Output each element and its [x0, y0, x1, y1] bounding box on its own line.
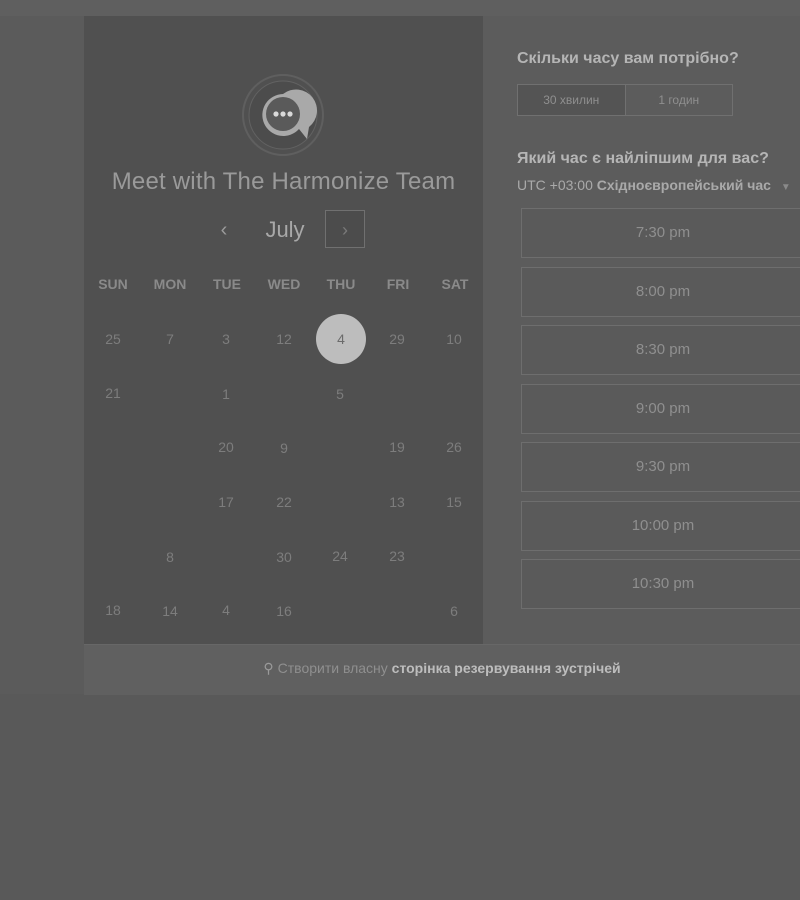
calendar-day[interactable]: 17 [201, 477, 251, 527]
timezone-offset: UTC +03:00 [517, 177, 593, 193]
chat-logo-icon [242, 74, 324, 156]
time-slot-button[interactable]: 9:30 pm [521, 442, 800, 492]
calendar-day[interactable]: 5 [315, 369, 365, 419]
calendar-day[interactable]: 10 [429, 314, 479, 364]
left-backdrop [0, 16, 84, 694]
prev-month-button[interactable]: ‹ [212, 216, 236, 244]
weekday-tue: TUE [213, 276, 241, 292]
calendar-day[interactable]: 16 [259, 586, 309, 636]
calendar-day[interactable]: 1 [201, 369, 251, 419]
month-navigator: ‹ July › [200, 210, 370, 250]
calendar-day[interactable]: 9 [259, 423, 309, 473]
calendar-day[interactable]: 25 [88, 314, 138, 364]
timezone-selector[interactable]: UTC +03:00 Східноєвропейський час ▼ [517, 177, 791, 193]
calendar-day[interactable]: 8 [145, 532, 195, 582]
time-question: Який час є найліпшим для вас? [517, 150, 769, 167]
calendar-day[interactable]: 22 [259, 477, 309, 527]
duration-30-min-button[interactable]: 30 хвилин [518, 85, 626, 115]
footer-bar: ⚲ Створити власну сторінка резервування з… [84, 644, 800, 695]
footer-link[interactable]: сторінка резервування зустрічей [392, 660, 621, 676]
calendar-day[interactable]: 4 [201, 585, 251, 635]
footer-prefix: Створити власну [277, 660, 388, 676]
calendar-day[interactable]: 6 [429, 586, 479, 636]
duration-1-hour-button[interactable]: 1 годин [626, 85, 733, 115]
page-title: Meet with The Harmonize Team [111, 168, 456, 195]
weekday-sat: SAT [441, 276, 469, 292]
weekday-thu: THU [326, 276, 356, 292]
weekday-sun: SUN [98, 276, 128, 292]
calendar-day[interactable]: 13 [372, 477, 422, 527]
time-slot-button[interactable]: 7:30 pm [521, 208, 800, 258]
calendar-day[interactable]: 3 [201, 314, 251, 364]
weekday-mon: MON [153, 276, 187, 292]
time-slot-button[interactable]: 8:30 pm [521, 325, 800, 375]
calendar-day[interactable]: 30 [259, 532, 309, 582]
calendar-day[interactable]: 7 [145, 314, 195, 364]
next-month-button[interactable]: › [325, 210, 365, 248]
caret-down-icon: ▼ [780, 182, 791, 193]
selected-calendar-day[interactable]: 4 [316, 314, 366, 364]
duration-toggle: 30 хвилин 1 годин [517, 84, 733, 116]
timezone-name: Східноєвропейський час [596, 177, 771, 193]
time-slot-button[interactable]: 9:00 pm [521, 383, 800, 434]
calendar-day[interactable]: 20 [201, 422, 251, 472]
calendar-day[interactable]: 15 [429, 477, 479, 527]
time-slot-button[interactable]: 10:30 pm [521, 559, 800, 609]
calendar-day[interactable]: 18 [88, 585, 138, 635]
hubspot-sprocket-icon: ⚲ [263, 660, 274, 676]
footer-text: ⚲ Створити власну сторінка резервування з… [84, 645, 800, 691]
calendar-day[interactable]: 12 [259, 314, 309, 364]
calendar-day[interactable]: 26 [429, 422, 479, 472]
time-slot-list: 7:30 pm 8:00 pm 8:30 pm 9:00 pm 9:30 pm … [521, 208, 800, 618]
month-label: July [265, 217, 305, 242]
calendar-day[interactable]: 24 [315, 531, 365, 581]
duration-question: Скільки часу вам потрібно? [517, 50, 739, 67]
top-band [0, 0, 800, 16]
calendar-day[interactable]: 29 [372, 314, 422, 364]
weekday-wed: WED [267, 276, 301, 292]
time-slot-button[interactable]: 10:00 pm [521, 500, 800, 551]
calendar-day[interactable]: 21 [88, 368, 138, 418]
calendar-day[interactable]: 14 [145, 586, 195, 636]
weekday-fri: FRI [386, 276, 410, 292]
calendar-day[interactable]: 19 [372, 422, 422, 472]
time-slot-button[interactable]: 8:00 pm [521, 266, 800, 317]
time-picker-panel: Скільки часу вам потрібно? 30 хвилин 1 г… [483, 16, 800, 644]
calendar-day[interactable]: 23 [372, 531, 422, 581]
